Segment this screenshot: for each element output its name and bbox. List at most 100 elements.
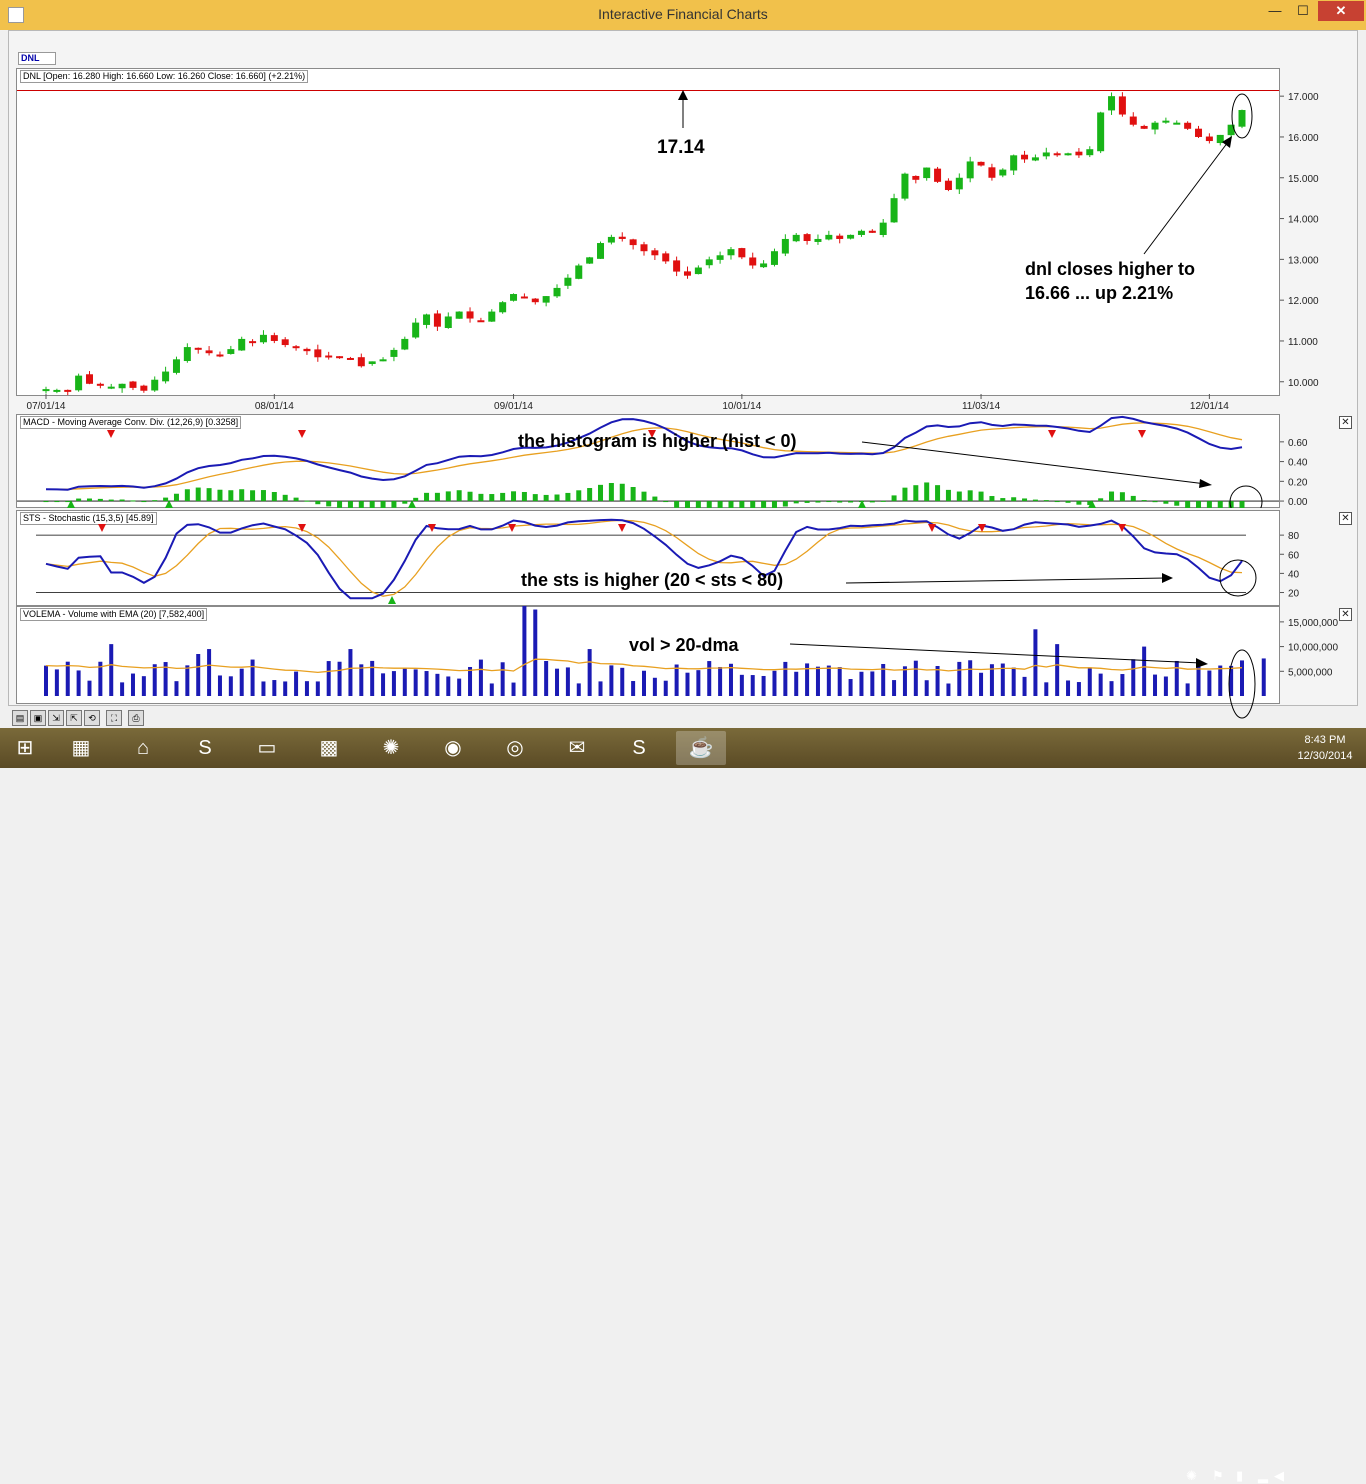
histogram-bar bbox=[380, 501, 386, 508]
sts-close-button[interactable]: ✕ bbox=[1339, 512, 1352, 525]
y-tick-label: 15,000,000 bbox=[1288, 618, 1338, 629]
yahoo-app-icon[interactable]: ✺ bbox=[366, 731, 416, 765]
volume-ema-line bbox=[45, 658, 1243, 674]
sell-marker bbox=[618, 524, 626, 532]
tray-yahoo-icon[interactable]: ✺ bbox=[1186, 1468, 1197, 1484]
java-app-taskbar-icon[interactable]: ☕ bbox=[676, 731, 726, 765]
tray-power-icon[interactable]: ▮ bbox=[1236, 1468, 1243, 1484]
tray-volume-icon[interactable]: ◀ bbox=[1274, 1468, 1284, 1484]
histogram-bar bbox=[97, 498, 103, 502]
save-icon[interactable]: ▣ bbox=[30, 710, 46, 726]
skype-app-icon[interactable]: S bbox=[180, 731, 230, 765]
ticker-tab[interactable]: DNL bbox=[18, 52, 56, 65]
volume-bar bbox=[402, 668, 407, 696]
volume-bar bbox=[761, 675, 766, 696]
zoom-in-icon[interactable]: ⇲ bbox=[48, 710, 64, 726]
histogram-bar bbox=[195, 487, 201, 502]
volume-bar bbox=[1261, 658, 1266, 696]
open-icon[interactable]: ▤ bbox=[12, 710, 28, 726]
volume-bar bbox=[1022, 676, 1027, 696]
volume-bar bbox=[457, 678, 462, 696]
y-tick-label: 80 bbox=[1288, 531, 1300, 542]
candle bbox=[477, 320, 485, 323]
volume-bar bbox=[315, 681, 320, 696]
clock-time[interactable]: 8:43 PM bbox=[1292, 734, 1358, 746]
macd-close-button[interactable]: ✕ bbox=[1339, 416, 1352, 429]
volume-bar bbox=[1207, 670, 1212, 696]
candle bbox=[64, 389, 72, 392]
histogram-bar bbox=[1141, 500, 1147, 502]
candle bbox=[1173, 122, 1181, 125]
candle bbox=[1129, 116, 1137, 125]
volume-bar bbox=[413, 669, 418, 696]
histogram-bar bbox=[271, 492, 277, 502]
candle bbox=[836, 235, 844, 239]
volume-bar bbox=[1185, 683, 1190, 696]
histogram-bar bbox=[304, 500, 310, 502]
home-app-icon[interactable]: ⌂ bbox=[118, 731, 168, 765]
histogram-bar bbox=[1206, 501, 1212, 508]
candle bbox=[53, 389, 61, 392]
print-icon[interactable]: ⎙ bbox=[128, 710, 144, 726]
messenger-icon[interactable]: ✉ bbox=[552, 731, 602, 765]
candle bbox=[607, 236, 615, 243]
histogram-bar bbox=[173, 493, 179, 502]
candle bbox=[629, 239, 637, 246]
zoom-out-icon[interactable]: ⇱ bbox=[66, 710, 82, 726]
chrome-icon[interactable]: ◎ bbox=[490, 731, 540, 765]
macd-chart[interactable]: 0.00 0.20 0.40 0.60 the histogram is higher … bbox=[16, 414, 1356, 508]
candle bbox=[303, 348, 311, 352]
candle bbox=[977, 161, 985, 166]
candle bbox=[944, 180, 952, 190]
notes-app-icon[interactable]: ▦ bbox=[56, 731, 106, 765]
firefox-icon[interactable]: ◉ bbox=[428, 731, 478, 765]
volume-bar bbox=[359, 664, 364, 696]
volume-close-button[interactable]: ✕ bbox=[1339, 608, 1352, 621]
volume-bar bbox=[674, 664, 679, 696]
tray-flag-icon[interactable]: ⚑ bbox=[1212, 1468, 1224, 1484]
price-chart[interactable]: 10.000 11.000 12.000 13.000 14.000 15.000 16.0… bbox=[16, 68, 1356, 414]
volume-bar bbox=[478, 659, 483, 696]
candle bbox=[814, 238, 822, 242]
skype-app-icon-2[interactable]: S bbox=[614, 731, 664, 765]
histogram-bar bbox=[543, 494, 549, 502]
histogram-bar bbox=[478, 493, 484, 502]
volume-arrow bbox=[789, 643, 1202, 664]
volume-bar bbox=[44, 665, 48, 696]
minimize-button[interactable]: — bbox=[1262, 1, 1288, 21]
candle bbox=[934, 168, 942, 182]
volume-bar bbox=[1120, 674, 1125, 696]
start-icon[interactable]: ⊞ bbox=[0, 731, 50, 765]
candle bbox=[727, 249, 735, 256]
histogram-bar bbox=[445, 491, 451, 502]
histogram-bar bbox=[891, 495, 897, 502]
x-tick-label: 07/01/14 bbox=[27, 401, 66, 412]
volume-bar bbox=[1153, 674, 1158, 696]
reset-icon[interactable]: ⟲ bbox=[84, 710, 100, 726]
histogram-bar bbox=[913, 485, 919, 502]
tray-network-icon[interactable]: ▂ bbox=[1258, 1468, 1268, 1484]
volume-bar bbox=[642, 670, 646, 696]
candle bbox=[988, 167, 996, 178]
grid-app-icon[interactable]: ▩ bbox=[304, 731, 354, 765]
volume-bar bbox=[902, 666, 907, 696]
fit-icon[interactable]: ⛶ bbox=[106, 710, 122, 726]
maximize-button[interactable]: ☐ bbox=[1290, 1, 1316, 21]
histogram-bar bbox=[43, 501, 49, 503]
volume-bar bbox=[511, 682, 516, 696]
volume-bar bbox=[283, 681, 288, 696]
file-explorer-icon[interactable]: ▭ bbox=[242, 731, 292, 765]
x-tick-label: 11/03/14 bbox=[962, 401, 1001, 412]
y-tick-label: 0.60 bbox=[1288, 438, 1308, 449]
volume-bar bbox=[185, 665, 190, 696]
volume-chart[interactable]: 5,000,000 10,000,000 15,000,000 vol > 20-dm… bbox=[16, 606, 1356, 726]
close-button[interactable]: ✕ bbox=[1318, 1, 1364, 21]
candle bbox=[1086, 149, 1094, 156]
candle bbox=[694, 267, 702, 275]
clock-date[interactable]: 12/30/2014 bbox=[1292, 750, 1358, 762]
histogram-bar bbox=[65, 501, 71, 503]
histogram-bar bbox=[1163, 501, 1169, 504]
candle bbox=[510, 294, 518, 301]
histogram-bar bbox=[608, 482, 614, 502]
sts-chart[interactable]: 20 40 60 80 the sts is higher (20 < sts < 80… bbox=[16, 510, 1356, 606]
